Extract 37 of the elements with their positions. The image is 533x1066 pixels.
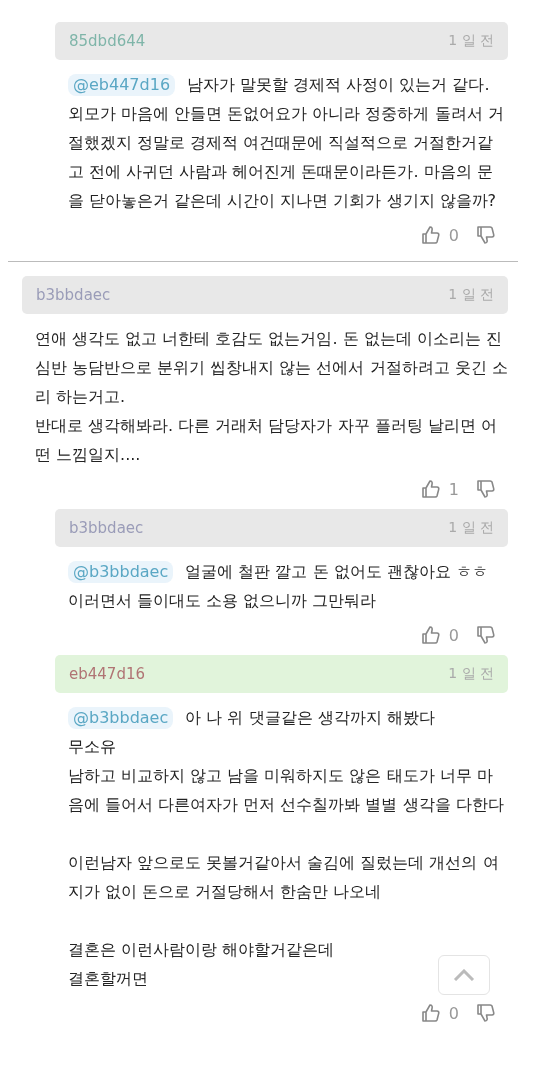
like-count: 0: [448, 225, 459, 245]
like-count: 0: [448, 1003, 459, 1023]
comment-text: 아 나 위 댓글같은 생각까지 해봤다: [185, 708, 435, 727]
comment-text: 결혼은 이런사람이랑 해야할거같은데: [68, 939, 335, 961]
author-name[interactable]: 85dbd644: [69, 32, 146, 50]
mention-tag[interactable]: @eb447d16: [68, 74, 176, 96]
author-name[interactable]: eb447d16: [69, 665, 145, 683]
comment-text: 연애 생각도 없고 너한테 호감도 없는거임. 돈 없는데 이소리는 진심반 농담반으로 분위기 씹창내지 않는 선에서 거절하려고 웃긴 소리 하는거고.: [35, 328, 508, 408]
thumbs-up-icon[interactable]: [419, 479, 441, 499]
thumbs-up-icon[interactable]: [419, 625, 441, 645]
comment-text: 결혼할꺼면: [68, 968, 148, 990]
comment-text: 얼굴에 철판 깔고 돈 없어도 괜찮아요 ㅎㅎ: [185, 562, 488, 581]
comment-text: 무소유: [68, 736, 116, 758]
thumbs-up-icon[interactable]: [419, 1003, 441, 1023]
like-count: 0: [448, 625, 459, 645]
timestamp: 1 일 전: [448, 519, 494, 537]
comment-text: 반대로 생각해봐라. 다른 거래처 담당자가 자꾸 플러팅 날리면 어떤 느낌일지....: [35, 415, 498, 466]
timestamp: 1 일 전: [448, 32, 494, 50]
timestamp: 1 일 전: [448, 665, 494, 683]
like-count: 1: [448, 479, 459, 499]
comment-text: 남하고 비교하지 않고 남을 미워하지도 않은 태도가 너무 마음에 들어서 다른여자가 먼저 선수칠까봐 별별 생각을 다한다: [68, 765, 505, 816]
thumbs-down-icon[interactable]: [475, 225, 496, 245]
thumbs-down-icon[interactable]: [475, 1003, 496, 1023]
author-name[interactable]: b3bbdaec: [36, 286, 111, 304]
thumbs-down-icon[interactable]: [475, 479, 496, 499]
author-name[interactable]: b3bbdaec: [69, 519, 144, 537]
scroll-to-top-button[interactable]: [438, 955, 490, 995]
comment-text: 외모가 마음에 안들면 돈없어요가 아니라 정중하게 돌려서 거절했겠지 정말로 경제적 여건때문에 직설적으로 거절한거같고 전에 사귀던 사람과 헤어진게 돈때문이라든가. 마음의 문을 닫아놓은거 같은데 시간이 지나면 기회가 생기지 않을까?: [68, 103, 505, 212]
mention-tag[interactable]: @b3bbdaec: [68, 561, 174, 583]
chevron-up-icon: [453, 969, 475, 981]
comment-text: 남자가 말못할 경제적 사정이 있는거 같다.: [187, 75, 490, 94]
thumbs-down-icon[interactable]: [475, 625, 496, 645]
comment-text: 이런남자 앞으로도 못볼거같아서 술김에 질렀는데 개선의 여지가 없이 돈으로 거절당해서 한숨만 나오네: [68, 852, 500, 903]
thumbs-up-icon[interactable]: [419, 225, 441, 245]
comment-text: 이러면서 들이대도 소용 없으니까 그만둬라: [68, 590, 377, 612]
mention-tag[interactable]: @b3bbdaec: [68, 707, 174, 729]
timestamp: 1 일 전: [448, 286, 494, 304]
